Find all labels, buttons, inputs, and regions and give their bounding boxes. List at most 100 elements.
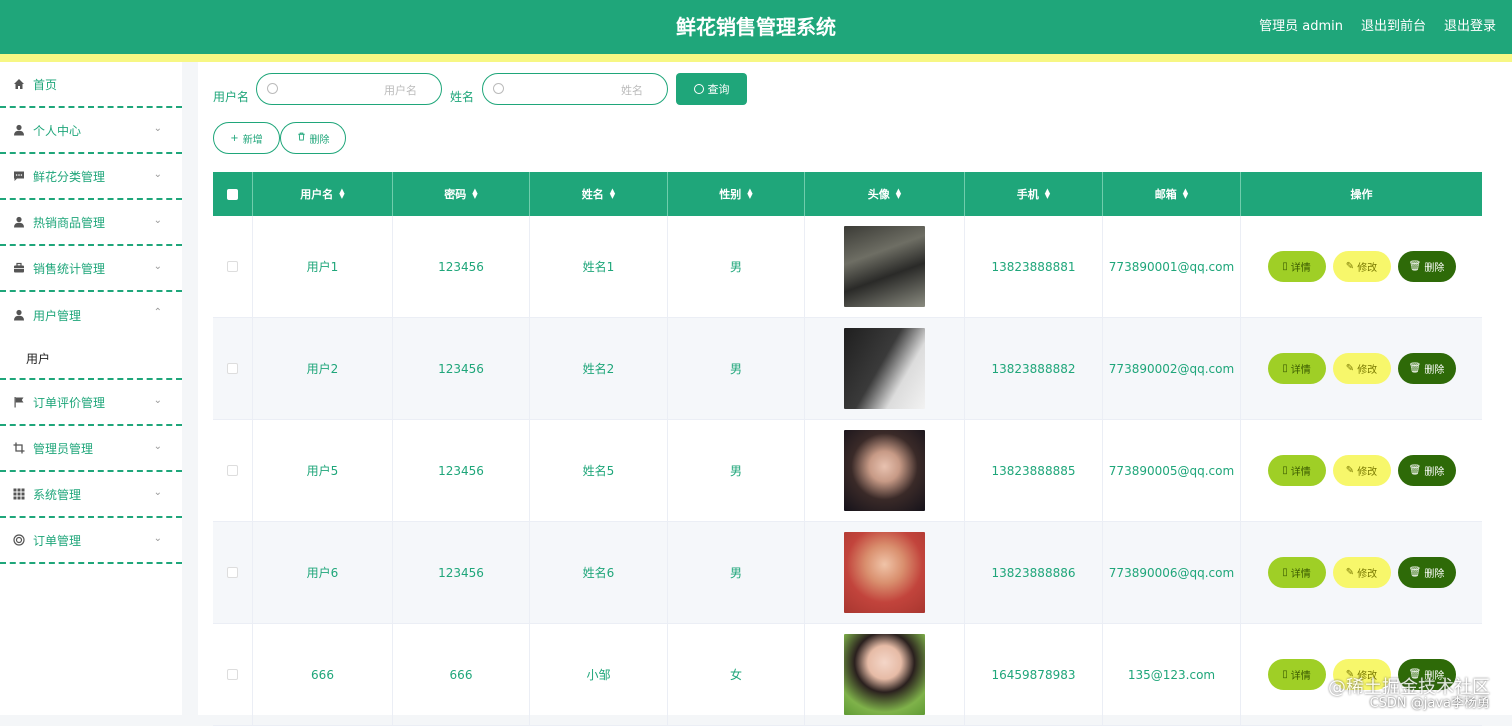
cell-email: 135@123.com (1103, 624, 1241, 725)
cell-gender: 男 (668, 420, 805, 521)
chevron-down-icon: ⌄ (153, 215, 162, 226)
username-search-input[interactable]: 用户名 (256, 73, 442, 105)
edit-button[interactable]: ✎ 修改 (1332, 353, 1391, 384)
col-avatar[interactable]: 头像 ▲ ▼ (805, 172, 965, 216)
detail-button[interactable]: ▯ 详情 (1267, 557, 1326, 588)
cell-password: 123456 (393, 522, 530, 623)
edit-button[interactable]: ✎ 修改 (1332, 455, 1391, 486)
grid-icon (12, 487, 26, 501)
delete-button[interactable]: 🗑 删除 (1397, 251, 1456, 282)
delete-button[interactable]: 🗑 删除 (1397, 557, 1456, 588)
sidebar-item-admin-management[interactable]: 管理员管理 ⌄ (0, 426, 182, 472)
chevron-down-icon: ⌄ (153, 533, 162, 544)
edit-button[interactable]: ✎ 修改 (1332, 557, 1391, 588)
sidebar-item-label: 订单评价管理 (33, 395, 106, 410)
trash-icon: 🗑 (1408, 465, 1422, 476)
sort-icon: ▲ ▼ (472, 187, 478, 200)
chat-icon (12, 169, 26, 183)
home-icon (12, 77, 26, 91)
delete-button[interactable]: 🗑 删除 (1397, 353, 1456, 384)
top-links: 管理员 admin 退出到前台 退出登录 (1259, 0, 1496, 54)
cell-password: 123456 (393, 216, 530, 317)
cell-actions: ▯ 详情 ✎ 修改 🗑 删除 (1241, 216, 1482, 317)
edit-button[interactable]: ✎ 修改 (1332, 251, 1391, 282)
row-checkbox[interactable] (227, 567, 238, 578)
username-placeholder: 用户名 (384, 84, 417, 97)
detail-button[interactable]: ▯ 详情 (1267, 455, 1326, 486)
cell-actions: ▯ 详情 ✎ 修改 🗑 删除 (1241, 318, 1482, 419)
cell-email: 773890006@qq.com (1103, 522, 1241, 623)
sidebar-item-label: 用户管理 (33, 308, 82, 323)
detail-button[interactable]: ▯ 详情 (1267, 659, 1326, 690)
trash-icon: 🗑 (1408, 261, 1422, 272)
sidebar-item-label: 管理员管理 (33, 441, 94, 456)
sidebar-subitem-user[interactable]: 用户 (0, 338, 182, 380)
detail-button[interactable]: ▯ 详情 (1267, 353, 1326, 384)
cell-actions: ▯ 详情 ✎ 修改 🗑 删除 (1241, 420, 1482, 521)
col-password[interactable]: 密码 ▲ ▼ (393, 172, 530, 216)
name-search-input[interactable]: 姓名 (482, 73, 668, 105)
sidebar-item-order-management[interactable]: 订单管理 ⌄ (0, 518, 182, 564)
row-checkbox[interactable] (227, 465, 238, 476)
avatar-image (844, 634, 925, 715)
query-button[interactable]: 查询 (676, 73, 747, 105)
cell-username: 用户2 (253, 318, 393, 419)
person-icon (12, 215, 26, 229)
cell-email: 773890001@qq.com (1103, 216, 1241, 317)
person-icon (12, 123, 26, 137)
trash-icon: 🗑 (1408, 363, 1422, 374)
sort-icon: ▲ ▼ (747, 187, 753, 200)
sidebar-item-system-management[interactable]: 系统管理 ⌄ (0, 472, 182, 518)
cell-phone: 13823888881 (965, 216, 1103, 317)
cell-avatar (805, 216, 965, 317)
sidebar-item-personal-center[interactable]: 个人中心 ⌄ (0, 108, 182, 154)
batch-delete-button[interactable]: 删除 (280, 122, 346, 154)
name-search-label: 姓名 (450, 90, 475, 104)
cell-name: 姓名1 (530, 216, 668, 317)
sort-icon: ▲ ▼ (339, 187, 345, 200)
sort-icon: ▲ ▼ (609, 187, 616, 200)
cell-username: 666 (253, 624, 393, 725)
select-all-checkbox[interactable] (227, 188, 238, 200)
sidebar-item-home[interactable]: 首页 (0, 62, 182, 108)
sidebar-item-sales-stats[interactable]: 销售统计管理 ⌄ (0, 246, 182, 292)
sort-icon: ▲ ▼ (895, 187, 902, 200)
avatar-image (844, 328, 925, 409)
name-placeholder: 姓名 (621, 84, 643, 97)
row-checkbox[interactable] (227, 261, 238, 272)
logout-link[interactable]: 退出登录 (1444, 0, 1496, 54)
col-name[interactable]: 姓名 ▲ ▼ (530, 172, 668, 216)
trash-icon (297, 132, 306, 144)
avatar-image (844, 226, 925, 307)
delete-button[interactable]: 🗑 删除 (1397, 455, 1456, 486)
cell-name: 姓名6 (530, 522, 668, 623)
pencil-icon: ✎ (1345, 465, 1355, 476)
query-button-label: 查询 (707, 83, 730, 96)
trash-icon: 🗑 (1408, 567, 1422, 578)
chevron-down-icon: ⌄ (153, 261, 162, 272)
cell-avatar (805, 318, 965, 419)
cell-gender: 男 (668, 522, 805, 623)
cell-email: 773890002@qq.com (1103, 318, 1241, 419)
row-checkbox[interactable] (227, 669, 238, 680)
add-button[interactable]: + 新增 (213, 122, 280, 154)
col-phone[interactable]: 手机 ▲ ▼ (965, 172, 1103, 216)
row-checkbox[interactable] (227, 363, 238, 374)
exit-to-front-link[interactable]: 退出到前台 (1361, 0, 1426, 54)
sidebar-item-label: 个人中心 (33, 123, 82, 138)
sidebar-item-flower-category[interactable]: 鲜花分类管理 ⌄ (0, 154, 182, 200)
col-email[interactable]: 邮箱 ▲ ▼ (1103, 172, 1241, 216)
sidebar-item-order-review[interactable]: 订单评价管理 ⌄ (0, 380, 182, 426)
cell-phone: 16459878983 (965, 624, 1103, 725)
sort-icon: ▲ ▼ (1182, 187, 1189, 200)
chevron-down-icon: ⌄ (153, 487, 162, 498)
col-gender[interactable]: 性别 ▲ ▼ (668, 172, 805, 216)
username-search-label: 用户名 (213, 90, 250, 104)
detail-button[interactable]: ▯ 详情 (1267, 251, 1326, 282)
col-username[interactable]: 用户名 ▲ ▼ (253, 172, 393, 216)
cell-avatar (805, 522, 965, 623)
cell-username: 用户1 (253, 216, 393, 317)
plus-icon: + (230, 132, 239, 144)
sidebar-item-user-management[interactable]: 用户管理 ⌃ (0, 292, 182, 338)
sidebar-item-hot-products[interactable]: 热销商品管理 ⌄ (0, 200, 182, 246)
